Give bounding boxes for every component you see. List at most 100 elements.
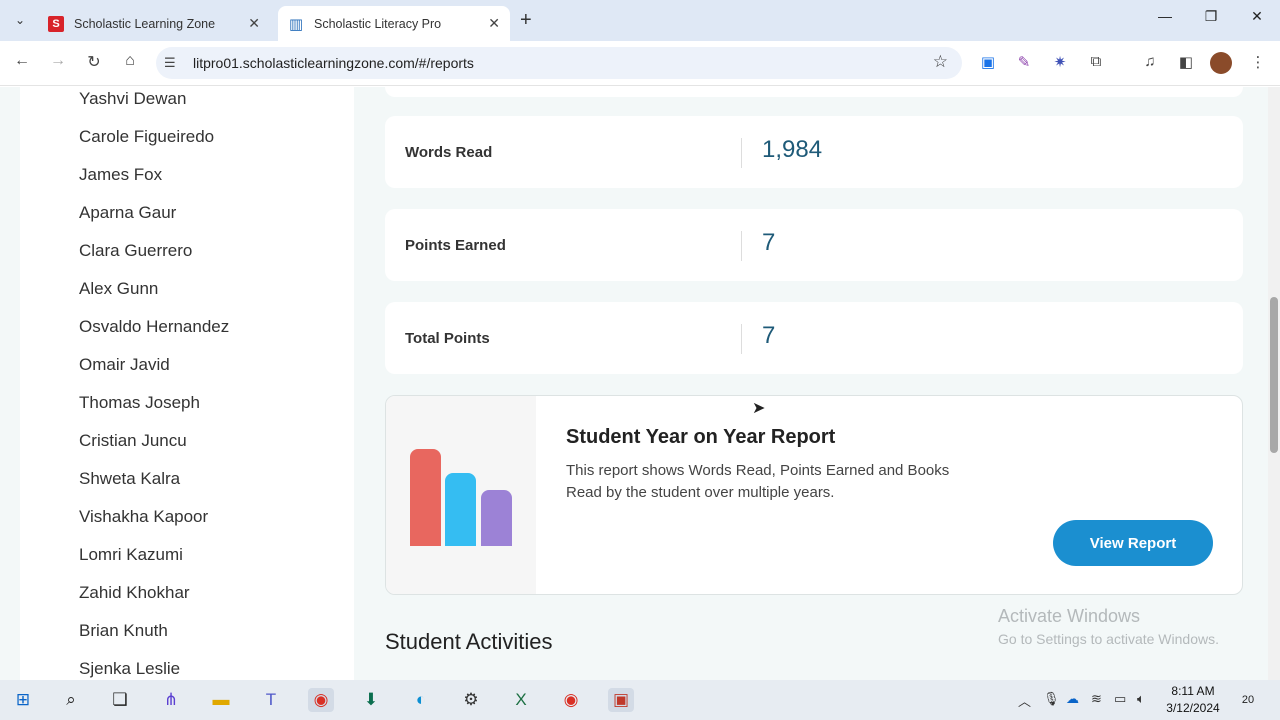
address-bar[interactable]: ☰ litpro01.scholasticlearningzone.com/#/… <box>156 47 962 79</box>
task-view-icon[interactable]: ❏ <box>107 688 133 712</box>
excel-icon[interactable]: X <box>508 688 534 712</box>
student-list-item[interactable]: Clara Guerrero <box>79 241 192 261</box>
year-on-year-report-card: Student Year on Year Report This report … <box>385 395 1243 595</box>
screen-capture-extension-icon[interactable]: ▣ <box>977 53 999 71</box>
stat-label: Words Read <box>405 144 493 161</box>
new-tab-icon[interactable]: + <box>520 9 532 32</box>
onedrive-cloud-icon[interactable]: ☁ <box>1066 691 1079 707</box>
site-settings-icon[interactable]: ☰ <box>164 55 176 71</box>
student-list-item[interactable]: Yashvi Dewan <box>79 89 186 109</box>
student-list-item[interactable]: Osvaldo Hernandez <box>79 317 229 337</box>
side-panel-icon[interactable]: ◧ <box>1175 53 1197 71</box>
windows-taskbar: ⊞ ⌕ ❏ ⋔ ▬ T ◉ ⬇ ◐ ⚙ X ◉ ▣ ︿ 🎙︎ ☁ ≋ ▭ 🔈︎ … <box>0 680 1280 720</box>
tab-scholastic-literacy-pro[interactable]: ▥ Scholastic Literacy Pro ✕ <box>278 6 510 41</box>
restore-icon[interactable]: ❐ <box>1196 8 1226 25</box>
wifi-icon[interactable]: ≋ <box>1091 691 1102 707</box>
divider <box>741 231 742 261</box>
tab-scholastic-learning-zone[interactable]: S Scholastic Learning Zone ✕ <box>38 6 270 41</box>
stat-card-words-read: Words Read 1,984 <box>385 116 1243 188</box>
show-hidden-icons-chevron-icon[interactable]: ︿ <box>1018 691 1031 710</box>
report-title: Student Year on Year Report <box>566 426 836 448</box>
close-tab-icon[interactable]: ✕ <box>488 15 500 32</box>
notification-center-icon[interactable]: 20 <box>1236 689 1260 711</box>
student-list-item[interactable]: Zahid Khokhar <box>79 583 190 603</box>
report-description: This report shows Words Read, Points Ear… <box>566 462 950 501</box>
browser-toolbar: ← → ↻ ⌂ ☰ litpro01.scholasticlearningzon… <box>0 41 1280 86</box>
teams-icon[interactable]: T <box>258 688 284 712</box>
battery-icon[interactable]: ▭ <box>1114 691 1126 707</box>
student-list-item[interactable]: Carole Figueiredo <box>79 127 214 147</box>
student-list-item[interactable]: Alex Gunn <box>79 279 158 299</box>
forward-icon[interactable]: → <box>46 52 70 70</box>
stat-value: 1,984 <box>762 136 823 163</box>
report-bar-chart-icon <box>386 396 536 594</box>
activate-windows-subtitle: Go to Settings to activate Windows. <box>998 631 1219 647</box>
notification-count: 20 <box>1241 694 1255 706</box>
minimize-icon[interactable]: — <box>1150 8 1180 24</box>
windows-start-icon[interactable]: ⊞ <box>10 688 36 712</box>
page-scrollbar[interactable] <box>1268 87 1280 680</box>
student-list-item[interactable]: Cristian Juncu <box>79 431 187 451</box>
red-bar-icon <box>410 449 441 546</box>
back-icon[interactable]: ← <box>10 52 34 70</box>
extensions-puzzle-icon[interactable]: ⧉ <box>1085 53 1107 70</box>
chrome-profile-icon[interactable]: ◉ <box>558 688 584 712</box>
gear-extension-icon[interactable]: ✷ <box>1049 53 1071 71</box>
search-icon[interactable]: ⌕ <box>58 688 84 712</box>
stat-label: Points Earned <box>405 237 506 254</box>
student-list-item[interactable]: Brian Knuth <box>79 621 168 641</box>
stat-value: 7 <box>762 322 776 349</box>
tab-strip: ⌄ S Scholastic Learning Zone ✕ ▥ Scholas… <box>0 0 1280 41</box>
media-control-icon[interactable]: ♫ <box>1139 53 1161 70</box>
student-list-item[interactable]: Lomri Kazumi <box>79 545 183 565</box>
purple-bar-icon <box>481 490 512 546</box>
tab-title: Scholastic Literacy Pro <box>314 16 442 31</box>
pen-extension-icon[interactable]: ✎ <box>1013 53 1035 71</box>
profile-avatar[interactable] <box>1210 52 1232 74</box>
screen-recorder-icon[interactable]: ▣ <box>608 688 634 712</box>
page-content: Yashvi Dewan Carole Figueiredo James Fox… <box>0 87 1280 680</box>
scholastic-favicon-icon: S <box>48 15 64 32</box>
file-explorer-icon[interactable]: ▬ <box>208 688 234 712</box>
student-list-item[interactable]: Aparna Gaur <box>79 203 176 223</box>
books-favicon-icon: ▥ <box>288 15 304 33</box>
student-list-item[interactable]: Sjenka Leslie <box>79 659 180 679</box>
scrollbar-thumb[interactable] <box>1270 297 1278 453</box>
close-tab-icon[interactable]: ✕ <box>248 15 260 32</box>
clock-date: 3/12/2024 <box>1166 701 1220 715</box>
section-title: Student Activities <box>385 629 553 654</box>
home-icon[interactable]: ⌂ <box>118 52 142 70</box>
student-list-item[interactable]: James Fox <box>79 165 162 185</box>
student-list-sidebar: Yashvi Dewan Carole Figueiredo James Fox… <box>20 87 354 680</box>
browser-menu-icon[interactable]: ⋮ <box>1247 53 1269 71</box>
url-text[interactable]: litpro01.scholasticlearningzone.com/#/re… <box>193 55 474 71</box>
activate-windows-title: Activate Windows <box>998 606 1141 626</box>
stat-value: 7 <box>762 229 776 256</box>
tab-title: Scholastic Learning Zone <box>74 16 216 31</box>
student-list-item[interactable]: Omair Javid <box>79 355 170 375</box>
taskbar-clock[interactable]: 8:11 AM 3/12/2024 <box>1162 683 1224 717</box>
download-app-icon[interactable]: ⬇ <box>358 688 384 712</box>
clock-time: 8:11 AM <box>1171 684 1215 698</box>
divider <box>741 324 742 354</box>
view-report-button[interactable]: View Report <box>1053 520 1213 566</box>
mouse-cursor-icon: ➤ <box>752 400 766 417</box>
edge-icon[interactable]: ◐ <box>408 688 434 712</box>
tab-search-chevron-icon[interactable]: ⌄ <box>8 8 32 32</box>
stat-card-total-points: Total Points 7 <box>385 302 1243 374</box>
stat-label: Total Points <box>405 330 490 347</box>
report-main: Words Read 1,984 Points Earned 7 Total P… <box>354 87 1268 680</box>
settings-gear-icon[interactable]: ⚙ <box>458 688 484 712</box>
microphone-icon[interactable]: 🎙︎ <box>1043 691 1060 707</box>
reload-icon[interactable]: ↻ <box>82 52 106 72</box>
volume-icon[interactable]: 🔈︎ <box>1137 691 1145 707</box>
stat-card-partial <box>385 87 1243 97</box>
student-list-item[interactable]: Shweta Kalra <box>79 469 180 489</box>
blue-bar-icon <box>445 473 476 546</box>
bookmark-star-icon[interactable]: ☆ <box>933 52 948 72</box>
student-list-item[interactable]: Vishakha Kapoor <box>79 507 208 527</box>
chrome-icon[interactable]: ◉ <box>308 688 334 712</box>
student-list-item[interactable]: Thomas Joseph <box>79 393 200 413</box>
close-window-icon[interactable]: ✕ <box>1242 8 1272 25</box>
audio-app-icon[interactable]: ⋔ <box>158 688 184 712</box>
